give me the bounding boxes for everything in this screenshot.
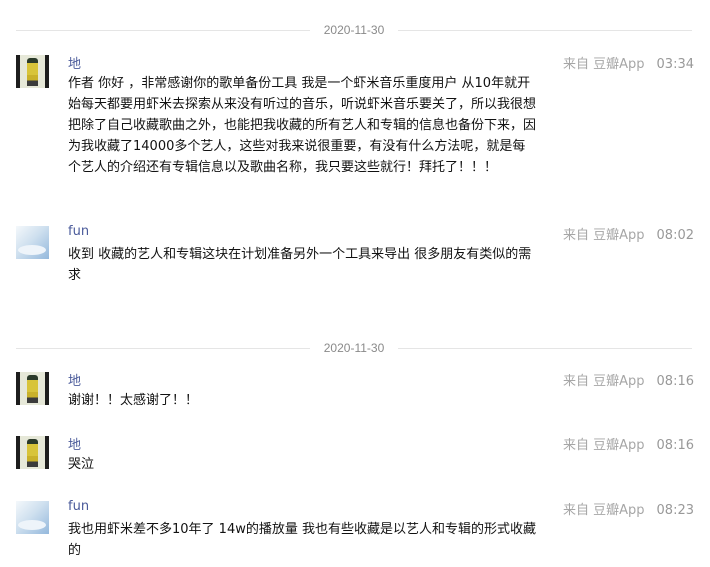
avatar-cloud bbox=[18, 245, 46, 255]
message-time: 08:16 bbox=[656, 374, 694, 389]
message-item: 地 来自 豆瓣App 08:16 哭泣 bbox=[16, 436, 694, 476]
avatar-frame bbox=[45, 436, 49, 469]
message-meta: 来自 豆瓣App 08:23 bbox=[563, 499, 694, 518]
message-meta: 来自 豆瓣App 08:16 bbox=[563, 434, 694, 453]
user-name-link[interactable]: 地 bbox=[68, 53, 81, 72]
message-item: 地 来自 豆瓣App 03:34 作者 你好 ，非常感谢你的歌单备份工具 我是一个… bbox=[16, 55, 694, 205]
message-meta: 来自 豆瓣App 08:16 bbox=[563, 370, 694, 389]
message-source: 来自 豆瓣App bbox=[563, 374, 645, 389]
message-text: 收到 收藏的艺人和专辑这块在计划准备另外一个工具来导出 很多朋友有类似的需求 bbox=[68, 247, 532, 283]
avatar[interactable] bbox=[16, 436, 49, 469]
message-source: 来自 豆瓣App bbox=[563, 57, 645, 72]
message-time: 03:34 bbox=[656, 57, 694, 72]
message-text: 作者 你好 ，非常感谢你的歌单备份工具 我是一个虾米音乐重度用户 从10年就开始… bbox=[68, 76, 537, 175]
avatar-figure bbox=[27, 58, 38, 86]
message-time: 08:23 bbox=[656, 503, 694, 518]
message-text: 哭泣 bbox=[68, 457, 95, 472]
avatar[interactable] bbox=[16, 372, 49, 405]
message-time: 08:16 bbox=[656, 438, 694, 453]
avatar-cloud bbox=[18, 520, 46, 530]
avatar[interactable] bbox=[16, 55, 49, 88]
divider-line bbox=[398, 29, 692, 31]
message-source: 来自 豆瓣App bbox=[563, 438, 645, 453]
divider-line bbox=[16, 29, 310, 31]
date-label: 2020-11-30 bbox=[323, 341, 385, 355]
message-item: fun 来自 豆瓣App 08:23 我也用虾米差不多10年了 14w的播放量 我… bbox=[16, 499, 694, 561]
avatar[interactable] bbox=[16, 226, 49, 259]
user-name-link[interactable]: 地 bbox=[68, 370, 81, 389]
message-meta: 来自 豆瓣App 08:02 bbox=[563, 224, 694, 243]
avatar-frame bbox=[45, 55, 49, 88]
message-source: 来自 豆瓣App bbox=[563, 503, 645, 518]
avatar-frame bbox=[16, 436, 20, 469]
message-text: 我也用虾米差不多10年了 14w的播放量 我也有些收藏是以艺人和专辑的形式收藏的 bbox=[68, 522, 536, 558]
message-text: 谢谢！！太感谢了！！ bbox=[68, 393, 199, 408]
message-item: fun 来自 豆瓣App 08:02 收到 收藏的艺人和专辑这块在计划准备另外一个… bbox=[16, 224, 694, 286]
message-time: 08:02 bbox=[656, 228, 694, 243]
message-source: 来自 豆瓣App bbox=[563, 228, 645, 243]
date-label: 2020-11-30 bbox=[323, 23, 385, 37]
date-divider: 2020-11-30 bbox=[16, 22, 692, 38]
divider-line bbox=[398, 347, 692, 349]
message-item: 地 来自 豆瓣App 08:16 谢谢！！太感谢了！！ bbox=[16, 372, 694, 412]
avatar-figure bbox=[27, 439, 38, 467]
user-name-link[interactable]: 地 bbox=[68, 434, 81, 453]
avatar-frame bbox=[16, 55, 20, 88]
message-meta: 来自 豆瓣App 03:34 bbox=[563, 53, 694, 72]
user-name-link[interactable]: fun bbox=[68, 224, 89, 239]
date-divider: 2020-11-30 bbox=[16, 340, 692, 356]
avatar-frame bbox=[16, 372, 20, 405]
avatar[interactable] bbox=[16, 501, 49, 534]
user-name-link[interactable]: fun bbox=[68, 499, 89, 514]
divider-line bbox=[16, 347, 310, 349]
avatar-frame bbox=[45, 372, 49, 405]
avatar-figure bbox=[27, 375, 38, 403]
